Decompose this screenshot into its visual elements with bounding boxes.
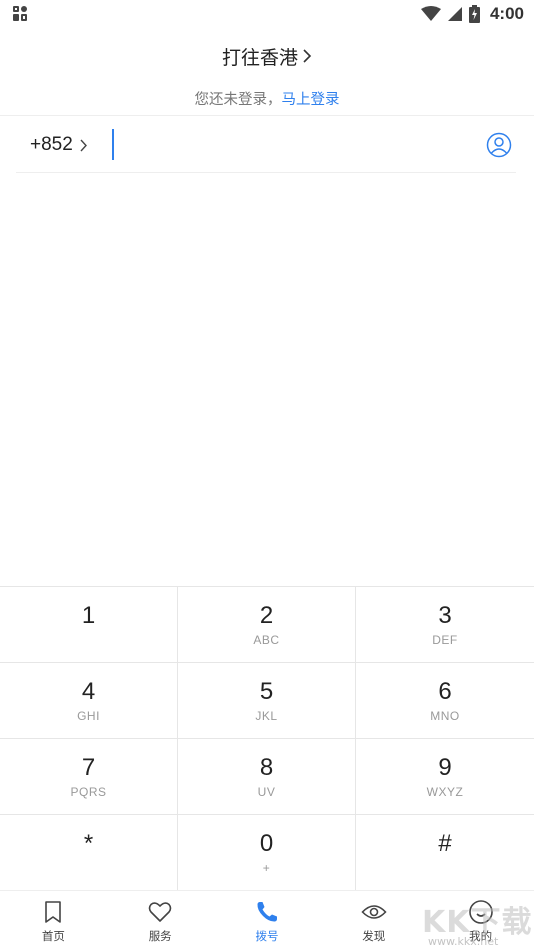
destination-title[interactable]: 打往香港 (0, 40, 534, 72)
app-notification-icon (13, 6, 27, 21)
nav-label: 拨号 (255, 929, 279, 943)
key-8[interactable]: 8 UV (178, 739, 356, 815)
key-letters: + (262, 861, 271, 875)
heart-icon (148, 902, 172, 922)
key-digit: 3 (438, 602, 452, 629)
key-2[interactable]: 2 ABC (178, 587, 356, 663)
nav-item-me[interactable]: 我的 (427, 891, 534, 950)
key-letters: PQRS (70, 785, 107, 799)
key-digit: 9 (438, 754, 452, 781)
nav-item-home[interactable]: 首页 (0, 891, 107, 950)
contacts-icon[interactable] (486, 132, 512, 158)
status-time: 4:00 (489, 4, 524, 23)
chevron-right-icon (80, 139, 87, 151)
nav-label: 首页 (41, 929, 65, 943)
key-1[interactable]: 1 (0, 587, 178, 663)
country-code-selector[interactable]: +852 (30, 134, 88, 156)
key-digit: 4 (81, 678, 96, 705)
bookmark-icon (45, 901, 62, 923)
key-5[interactable]: 5 JKL (178, 663, 356, 739)
wifi-icon (420, 6, 441, 21)
key-digit: 2 (259, 602, 274, 629)
nav-item-discover[interactable]: 发现 (320, 891, 427, 950)
login-prompt-row: 您还未登录，马上登录 (0, 88, 534, 110)
page-title: 打往香港 (221, 46, 298, 69)
country-code: +852 (30, 134, 73, 155)
key-letters: GHI (77, 709, 100, 723)
dial-input-row: +852 (16, 118, 516, 173)
divider (0, 115, 534, 116)
nav-label: 我的 (469, 929, 493, 943)
key-digit: 5 (259, 678, 274, 705)
key-0[interactable]: 0 + (178, 815, 356, 891)
key-star[interactable]: * (0, 815, 178, 891)
key-digit: # (438, 830, 452, 857)
nav-item-services[interactable]: 服务 (107, 891, 214, 950)
bottom-nav: 首页 服务 拨号 发现 我的 (0, 890, 534, 950)
login-prompt-text: 您还未登录， (194, 92, 282, 108)
key-digit: 6 (438, 678, 452, 705)
profile-icon (468, 900, 493, 924)
key-letters: ABC (253, 633, 280, 647)
nav-item-dial[interactable]: 拨号 (214, 891, 321, 950)
key-digit: 1 (81, 602, 96, 629)
dial-keypad: 1 2 ABC 3 DEF 4 GHI 5 JKL 6 MNO 7 PQRS 8 UV 9 WX… (0, 586, 534, 891)
key-letters: UV (257, 785, 276, 799)
eye-icon (361, 905, 387, 919)
key-letters: MNO (430, 709, 460, 723)
key-3[interactable]: 3 DEF (356, 587, 534, 663)
battery-charging-icon (468, 5, 480, 23)
key-digit: 0 (259, 830, 274, 857)
key-9[interactable]: 9 WXYZ (356, 739, 534, 815)
key-7[interactable]: 7 PQRS (0, 739, 178, 815)
key-6[interactable]: 6 MNO (356, 663, 534, 739)
phone-icon (257, 902, 277, 922)
nav-label: 服务 (148, 929, 172, 943)
chevron-right-icon (303, 49, 312, 63)
key-digit: 8 (259, 754, 274, 781)
login-link[interactable]: 马上登录 (282, 92, 340, 108)
signal-icon (447, 7, 462, 21)
key-hash[interactable]: # (356, 815, 534, 891)
key-letters: WXYZ (426, 785, 464, 799)
key-4[interactable]: 4 GHI (0, 663, 178, 739)
text-caret (112, 129, 114, 160)
key-letters: JKL (255, 709, 278, 723)
nav-label: 发现 (362, 929, 386, 943)
status-bar: 4:00 (0, 0, 534, 28)
key-letters: DEF (432, 633, 458, 647)
phone-number-input[interactable] (112, 128, 472, 162)
key-digit: 7 (81, 754, 96, 781)
key-digit: * (83, 830, 94, 857)
